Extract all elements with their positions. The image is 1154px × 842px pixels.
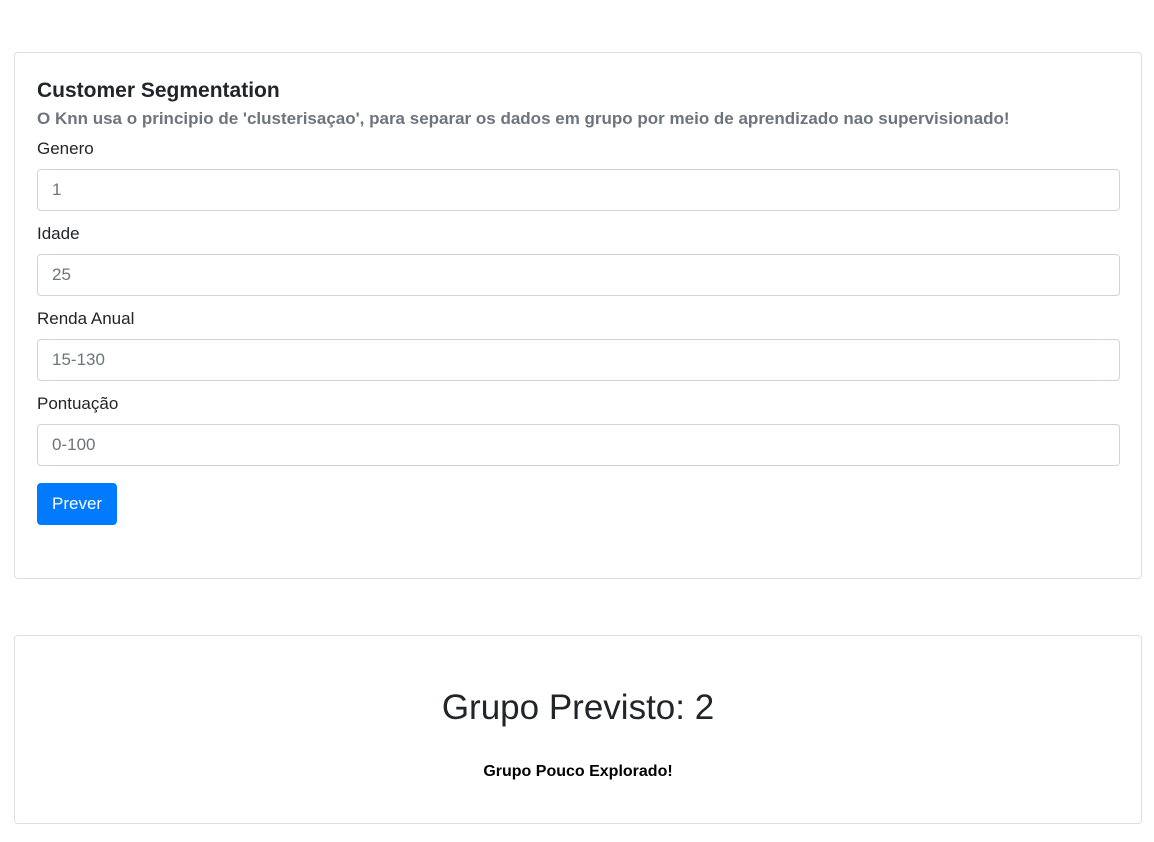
renda-anual-label: Renda Anual bbox=[37, 309, 135, 328]
result-card: Grupo Previsto: 2 Grupo Pouco Explorado! bbox=[14, 635, 1142, 824]
prever-button[interactable]: Prever bbox=[37, 483, 118, 525]
idade-input[interactable] bbox=[37, 254, 1120, 296]
result-description: Grupo Pouco Explorado! bbox=[483, 763, 673, 780]
genero-input[interactable] bbox=[37, 169, 1120, 211]
pontuacao-label: Pontuação bbox=[37, 394, 119, 413]
renda-anual-input[interactable] bbox=[37, 339, 1120, 381]
form-card: Customer Segmentation O Knn usa o princi… bbox=[14, 52, 1142, 579]
form-subtitle: O Knn usa o principio de 'clusterisaçao'… bbox=[37, 109, 1010, 128]
result-title: Grupo Previsto: 2 bbox=[441, 688, 715, 727]
genero-label: Genero bbox=[37, 139, 94, 158]
field-idade: Idade bbox=[37, 223, 1120, 296]
field-pontuacao: Pontuação bbox=[37, 393, 1120, 466]
idade-label: Idade bbox=[37, 224, 80, 243]
field-genero: Genero bbox=[37, 138, 1120, 211]
form-title: Customer Segmentation bbox=[37, 79, 280, 102]
pontuacao-input[interactable] bbox=[37, 424, 1120, 466]
field-renda-anual: Renda Anual bbox=[37, 308, 1120, 381]
